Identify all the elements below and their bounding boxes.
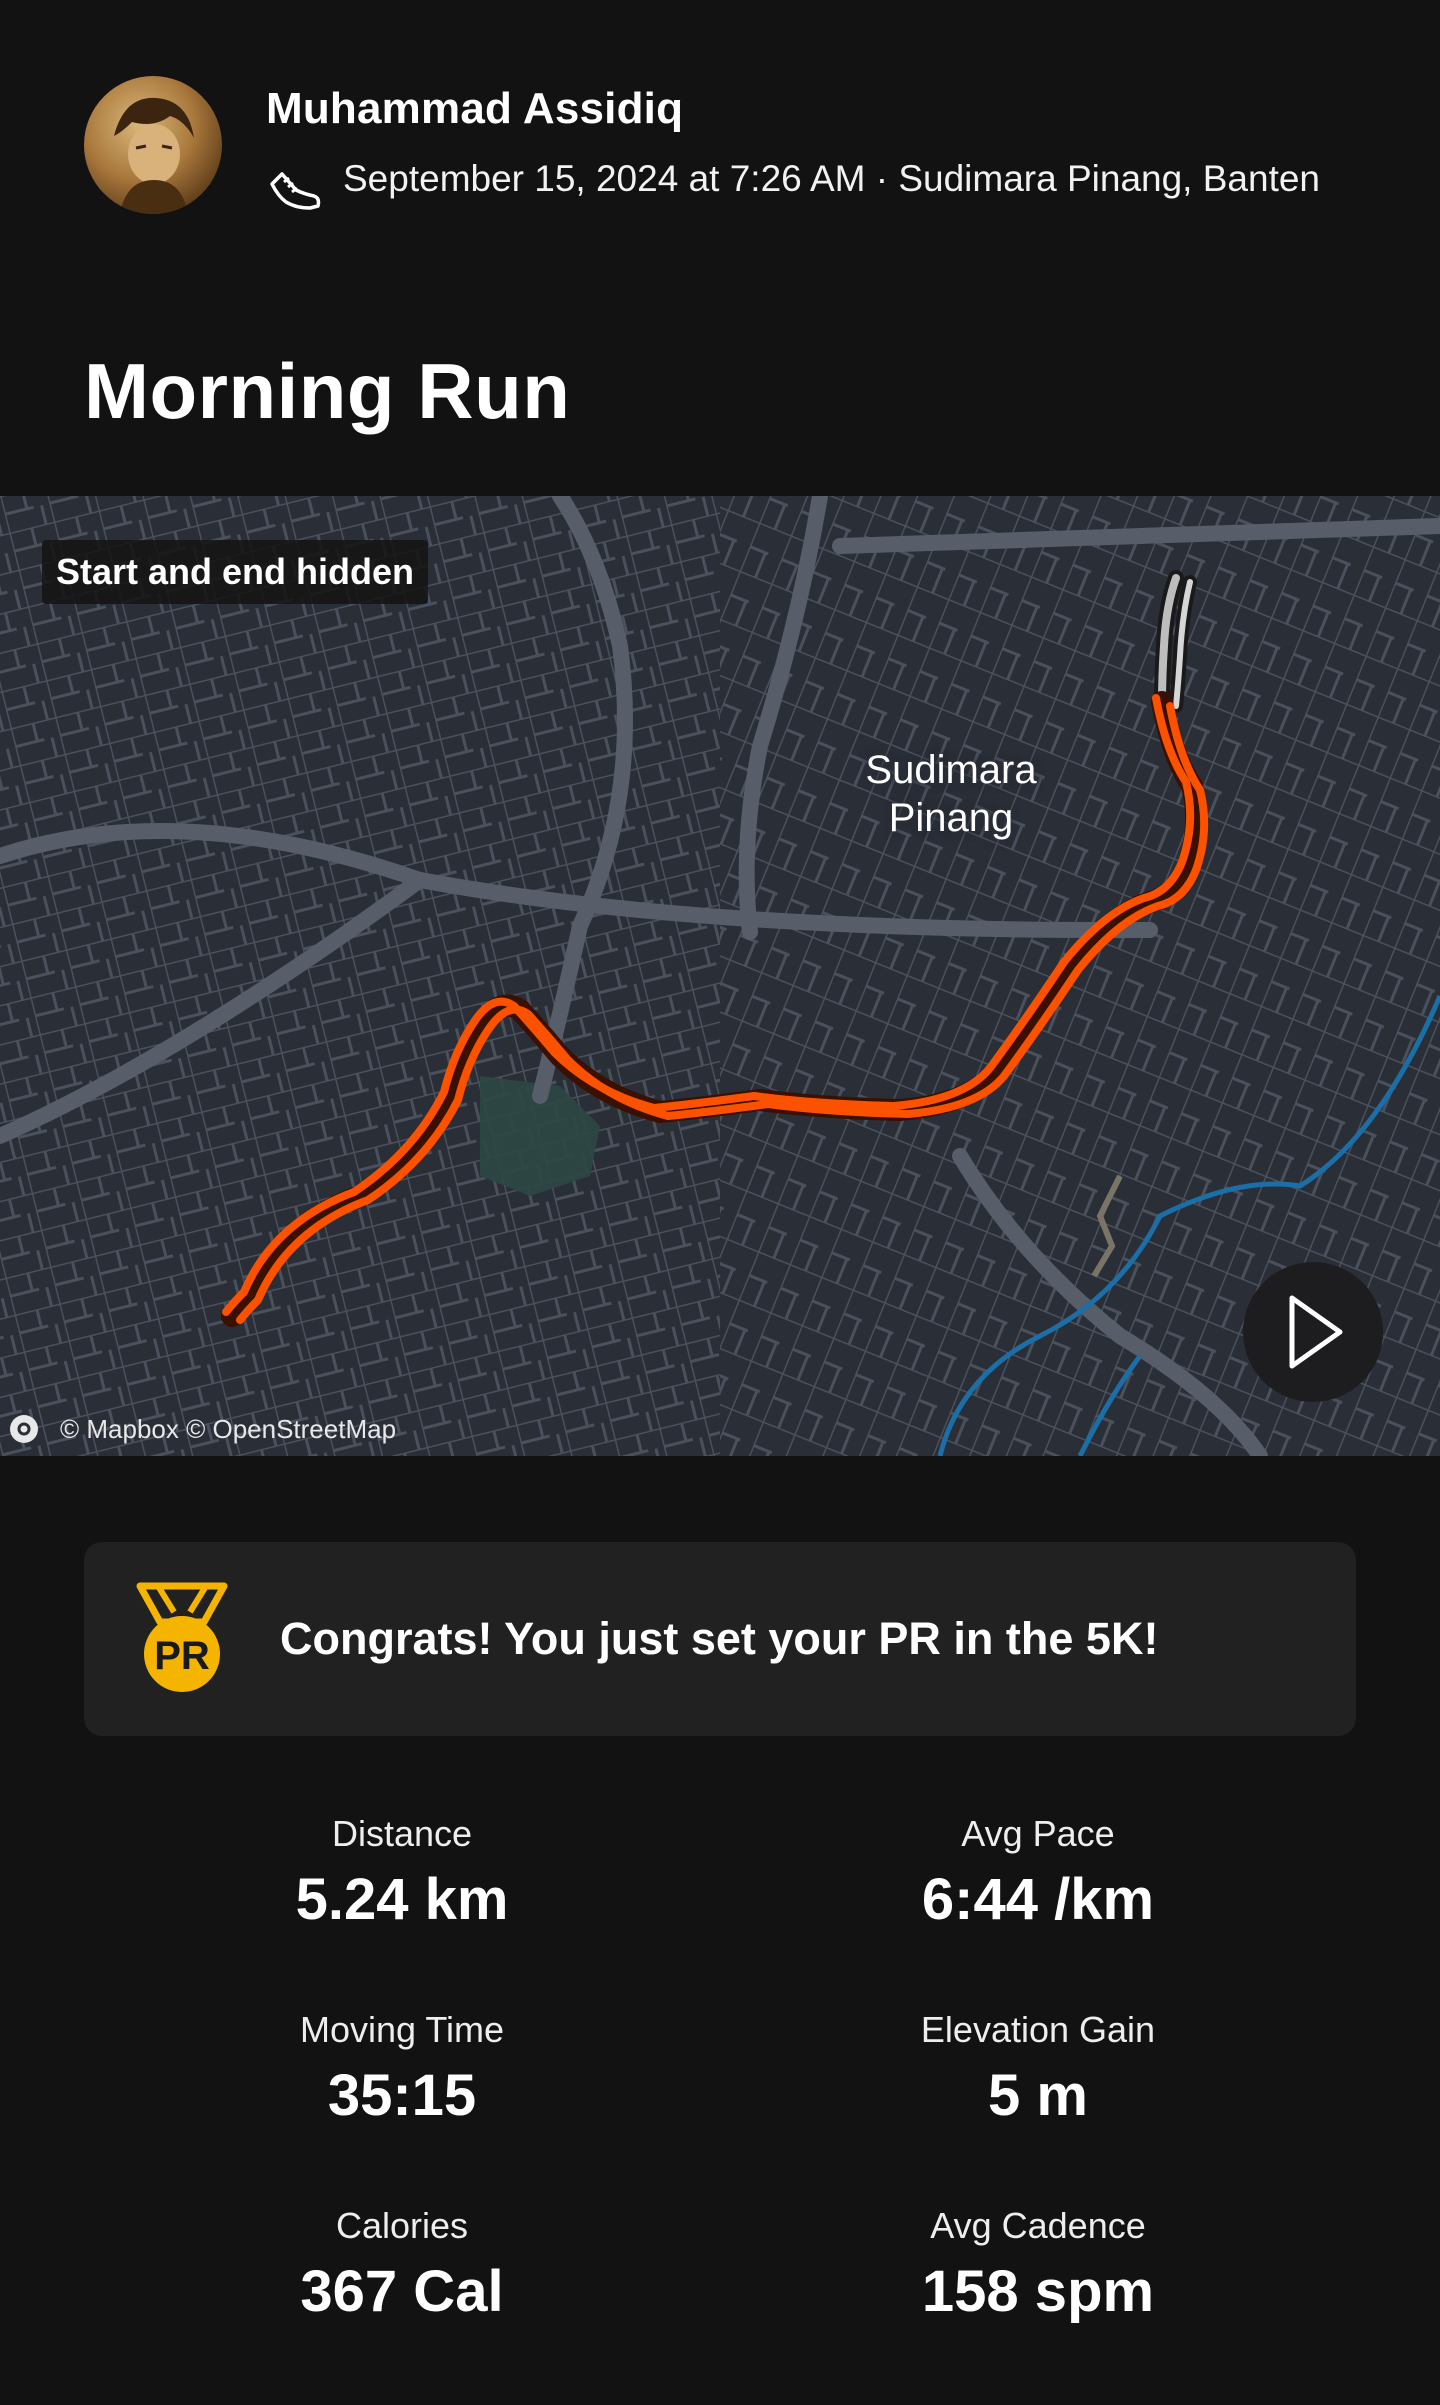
play-icon	[1289, 1295, 1343, 1369]
athlete-name[interactable]: Muhammad Assidiq	[266, 84, 683, 134]
stat-distance: Distance 5.24 km	[84, 1812, 720, 1936]
stat-label: Distance	[331, 1813, 473, 1854]
stat-calories: Calories 367 Cal	[84, 2204, 720, 2328]
activity-header: Muhammad Assidiq September 15, 2024 at 7…	[0, 0, 1440, 496]
route-map[interactable]: Start and end hidden Sudimara Pinang © M…	[0, 496, 1440, 1456]
stat-value: 35:15	[327, 2063, 477, 2128]
map-attribution[interactable]: © Mapbox © OpenStreetMap	[10, 1412, 396, 1446]
stat-avg-pace: Avg Pace 6:44 /km	[720, 1812, 1356, 1936]
pr-achievement-card[interactable]: PR Congrats! You just set your PR in the…	[84, 1542, 1356, 1736]
stat-label: Moving Time	[299, 2009, 505, 2050]
stat-value: 5 m	[988, 2063, 1088, 2128]
map-canvas	[0, 496, 1440, 1456]
stat-moving-time: Moving Time 35:15	[84, 2008, 720, 2132]
stat-label: Avg Cadence	[930, 2205, 1146, 2246]
stat-label: Calories	[335, 2205, 469, 2246]
stat-value: 158 spm	[921, 2259, 1155, 2324]
activity-title: Morning Run	[84, 347, 571, 435]
stat-label: Avg Pace	[961, 1813, 1115, 1854]
avatar[interactable]	[84, 76, 222, 214]
stat-avg-cadence: Avg Cadence 158 spm	[720, 2204, 1356, 2328]
stat-label: Elevation Gain	[920, 2009, 1156, 2050]
stat-value: 5.24 km	[295, 1867, 509, 1932]
avatar-image	[114, 97, 194, 214]
pr-medal-text: PR	[154, 1634, 210, 1678]
mapbox-logo-icon	[10, 1415, 38, 1443]
stat-elevation-gain: Elevation Gain 5 m	[720, 2008, 1356, 2132]
play-flyover-button[interactable]	[1243, 1262, 1383, 1402]
stat-value: 367 Cal	[300, 2259, 504, 2324]
activity-date-location: September 15, 2024 at 7:26 AM · Sudimara…	[343, 158, 1321, 199]
stat-value: 6:44 /km	[921, 1867, 1155, 1932]
running-shoe-icon	[266, 164, 322, 220]
attribution-text: © Mapbox © OpenStreetMap	[60, 1414, 397, 1444]
pr-medal-icon: PR	[134, 1582, 230, 1696]
privacy-badge: Start and end hidden	[42, 540, 429, 604]
map-place-label: Sudimara Pinang	[865, 748, 1037, 840]
pr-message: Congrats! You just set your PR in the 5K…	[280, 1613, 1159, 1664]
